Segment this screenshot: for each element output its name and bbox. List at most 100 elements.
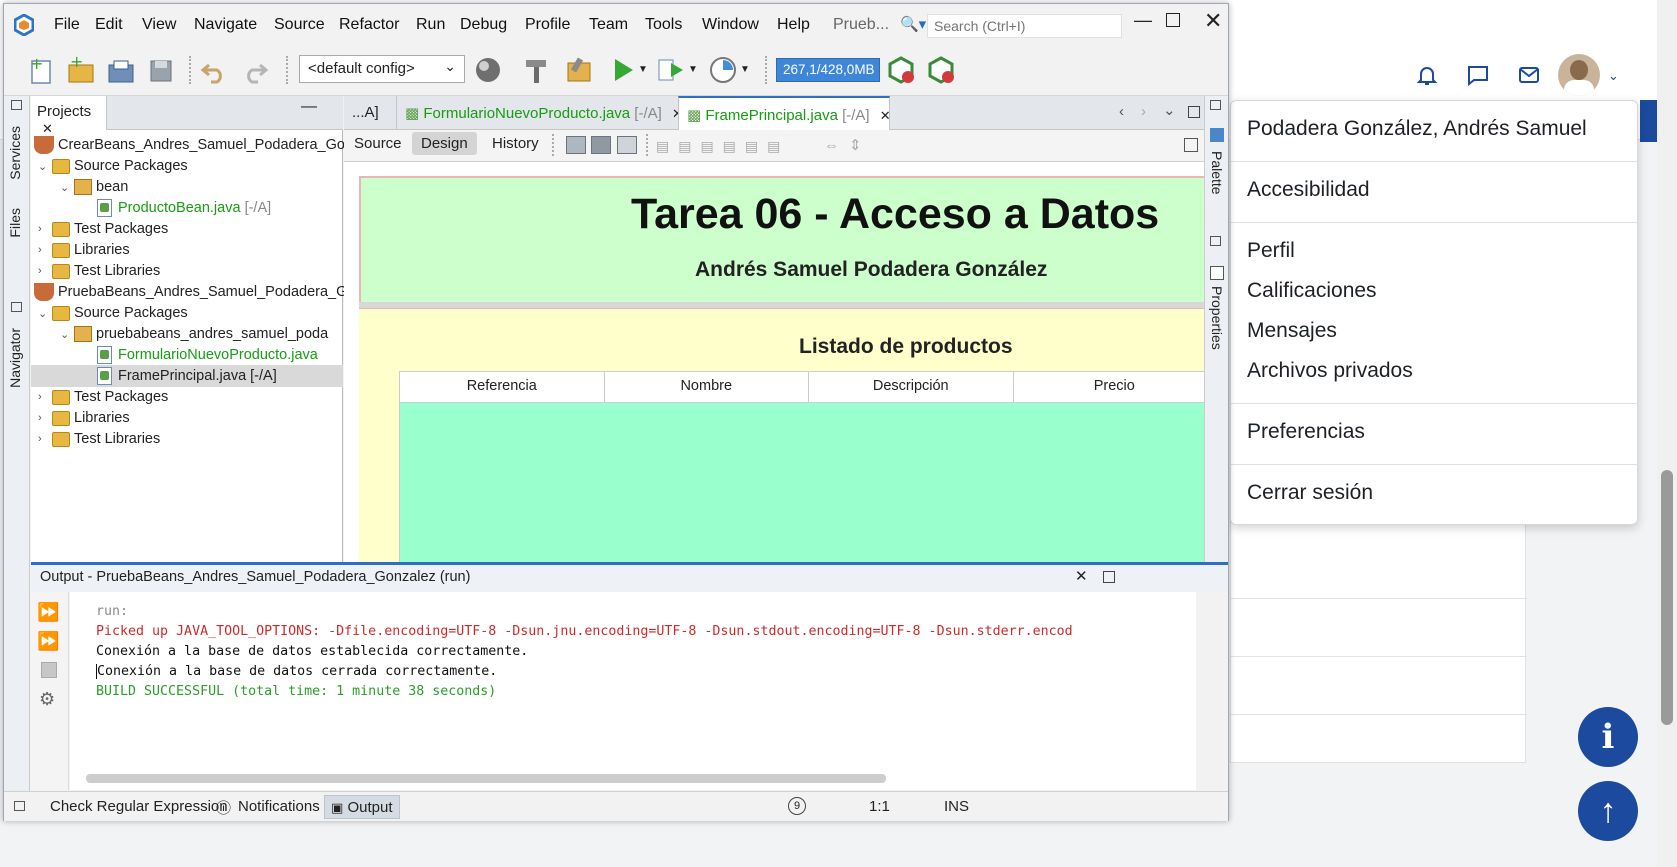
selection-mode-icon[interactable] bbox=[566, 136, 586, 154]
restore-group-icon[interactable] bbox=[11, 100, 22, 110]
chevron-down-icon[interactable]: ⌄ bbox=[38, 307, 52, 320]
restore-group-icon[interactable] bbox=[1210, 236, 1221, 246]
maximize-button[interactable] bbox=[1166, 13, 1180, 27]
tree-item-package[interactable]: ⌄ bean bbox=[60, 176, 128, 198]
run-icon[interactable] bbox=[608, 55, 638, 85]
tree-item-project[interactable]: CrearBeans_Andres_Samuel_Podadera_Go bbox=[34, 134, 345, 156]
tree-item-libraries[interactable]: › Libraries bbox=[38, 407, 130, 429]
minimize-button[interactable]: — bbox=[1134, 10, 1152, 31]
settings-icon[interactable]: ⚙ bbox=[39, 689, 55, 710]
maximize-output-icon[interactable] bbox=[1103, 571, 1115, 583]
restore-group-icon[interactable] bbox=[14, 801, 25, 811]
chevron-down-icon[interactable]: ⌄ bbox=[38, 160, 52, 173]
close-icon[interactable]: ✕ bbox=[880, 108, 891, 123]
output-scrollbar[interactable] bbox=[86, 774, 886, 783]
connection-mode-icon[interactable] bbox=[591, 136, 611, 154]
menu-window[interactable]: Window bbox=[702, 16, 759, 34]
memory-indicator[interactable]: 267,1/428,0MB bbox=[776, 58, 880, 82]
menu-tools[interactable]: Tools bbox=[645, 16, 682, 34]
gc-icon[interactable] bbox=[886, 55, 916, 85]
align-tools-icons[interactable]: ▤▤▤▤▤▤ bbox=[656, 138, 789, 155]
chevron-down-icon[interactable]: ⌄ bbox=[60, 328, 74, 341]
menu-item-perfil[interactable]: Perfil bbox=[1247, 239, 1295, 263]
menu-item-accesibilidad[interactable]: Accesibilidad bbox=[1247, 178, 1370, 202]
status-check-regex[interactable]: Check Regular Expression bbox=[50, 798, 228, 815]
chat-icon[interactable] bbox=[1464, 61, 1492, 89]
chevron-down-icon[interactable]: ⌄ bbox=[1608, 68, 1619, 84]
restore-group-icon[interactable] bbox=[11, 302, 22, 312]
chevron-down-icon[interactable]: ▼ bbox=[740, 64, 750, 75]
redo-icon[interactable] bbox=[240, 55, 270, 85]
status-notifications[interactable]: Notifications bbox=[238, 798, 320, 815]
chevron-down-icon[interactable]: ⌄ bbox=[60, 181, 74, 194]
globe-icon[interactable] bbox=[474, 55, 504, 85]
tree-item-source-packages[interactable]: ⌄ Source Packages bbox=[38, 155, 188, 177]
chevron-down-icon[interactable]: ▼ bbox=[638, 64, 648, 75]
output-console[interactable]: run: Picked up JAVA_TOOL_OPTIONS: -Dfile… bbox=[70, 592, 1196, 790]
tab-files[interactable]: Files bbox=[7, 208, 23, 238]
tree-item-package[interactable]: ⌄ pruebabeans_andres_samuel_poda bbox=[60, 323, 328, 345]
menu-run[interactable]: Run bbox=[416, 16, 445, 34]
tree-item-test-libraries[interactable]: › Test Libraries bbox=[38, 428, 160, 450]
preview-design-icon[interactable] bbox=[617, 136, 637, 154]
view-source-tab[interactable]: Source bbox=[354, 135, 402, 152]
open-project-icon[interactable] bbox=[106, 55, 136, 85]
column-header[interactable]: Descripción bbox=[809, 372, 1014, 402]
restore-group-icon[interactable] bbox=[1210, 100, 1221, 110]
tab-scroll-left-icon[interactable]: ‹ bbox=[1119, 103, 1124, 120]
properties-icon[interactable] bbox=[1210, 266, 1224, 280]
menu-edit[interactable]: Edit bbox=[95, 16, 123, 34]
notification-count-badge[interactable]: 9 bbox=[788, 797, 806, 815]
menu-item-archivos-privados[interactable]: Archivos privados bbox=[1247, 359, 1413, 383]
grid-icon[interactable] bbox=[1184, 138, 1198, 152]
page-scrollbar-thumb[interactable] bbox=[1661, 470, 1673, 725]
menu-team[interactable]: Team bbox=[589, 16, 628, 34]
new-project-icon[interactable]: + bbox=[66, 52, 96, 85]
config-select[interactable]: <default config> ⌄ bbox=[299, 55, 465, 83]
chevron-right-icon[interactable]: › bbox=[38, 265, 52, 277]
tab-services[interactable]: Services bbox=[7, 126, 23, 180]
tree-item-file[interactable]: FormularioNuevoProducto.java bbox=[97, 344, 318, 366]
tree-item-test-libraries[interactable]: › Test Libraries bbox=[38, 260, 160, 282]
menu-refactor[interactable]: Refactor bbox=[339, 16, 399, 34]
menu-source[interactable]: Source bbox=[274, 16, 325, 34]
rerun-icon[interactable]: ⏩ bbox=[37, 602, 59, 623]
tree-item-file[interactable]: ProductoBean.java [-/A] bbox=[97, 197, 271, 219]
chevron-right-icon[interactable]: › bbox=[38, 412, 52, 424]
new-file-icon[interactable]: + bbox=[26, 54, 56, 85]
chevron-right-icon[interactable]: › bbox=[38, 433, 52, 445]
back-to-top-button[interactable]: ↑ bbox=[1578, 781, 1638, 841]
bell-icon[interactable] bbox=[1413, 61, 1441, 89]
avatar[interactable] bbox=[1558, 54, 1600, 96]
search-icon[interactable]: 🔍▾ bbox=[900, 15, 926, 33]
page-scrollbar[interactable] bbox=[1657, 0, 1677, 867]
tree-item-test-packages[interactable]: › Test Packages bbox=[38, 386, 168, 408]
menu-debug[interactable]: Debug bbox=[460, 16, 507, 34]
tab-projects[interactable]: Projects ✕ bbox=[31, 96, 107, 136]
minimize-panel-button[interactable]: — bbox=[301, 98, 317, 116]
tab-formulario[interactable]: ▩ FormularioNuevoProducto.java [-/A] ✕ bbox=[396, 96, 683, 130]
menu-item-mensajes[interactable]: Mensajes bbox=[1247, 319, 1337, 343]
close-button[interactable]: ✕ bbox=[1204, 8, 1222, 34]
menu-navigate[interactable]: Navigate bbox=[194, 16, 257, 34]
tab-hidden-file[interactable]: ...A] bbox=[344, 96, 394, 130]
menu-file[interactable]: File bbox=[54, 16, 80, 34]
chevron-right-icon[interactable]: › bbox=[38, 223, 52, 235]
mail-icon[interactable] bbox=[1515, 61, 1543, 89]
profile-icon[interactable] bbox=[708, 55, 738, 85]
tree-item-project[interactable]: PruebaBeans_Andres_Samuel_Podadera_G bbox=[34, 281, 347, 303]
chevron-right-icon[interactable]: › bbox=[38, 244, 52, 256]
menu-item-calificaciones[interactable]: Calificaciones bbox=[1247, 279, 1377, 303]
menu-profile[interactable]: Profile bbox=[525, 16, 570, 34]
menu-help[interactable]: Help bbox=[777, 16, 810, 34]
undo-icon[interactable] bbox=[199, 55, 229, 85]
tree-item-file-selected[interactable]: FramePrincipal.java [-/A] bbox=[31, 365, 343, 387]
search-input[interactable] bbox=[927, 14, 1122, 38]
tree-item-source-packages[interactable]: ⌄ Source Packages bbox=[38, 302, 188, 324]
chevron-down-icon[interactable]: ▼ bbox=[688, 64, 698, 75]
chevron-right-icon[interactable]: › bbox=[38, 391, 52, 403]
menu-view[interactable]: View bbox=[142, 16, 176, 34]
build-hammer-icon[interactable] bbox=[522, 55, 552, 85]
close-icon[interactable]: ✕ bbox=[1075, 567, 1088, 585]
tab-navigator[interactable]: Navigator bbox=[7, 328, 23, 388]
